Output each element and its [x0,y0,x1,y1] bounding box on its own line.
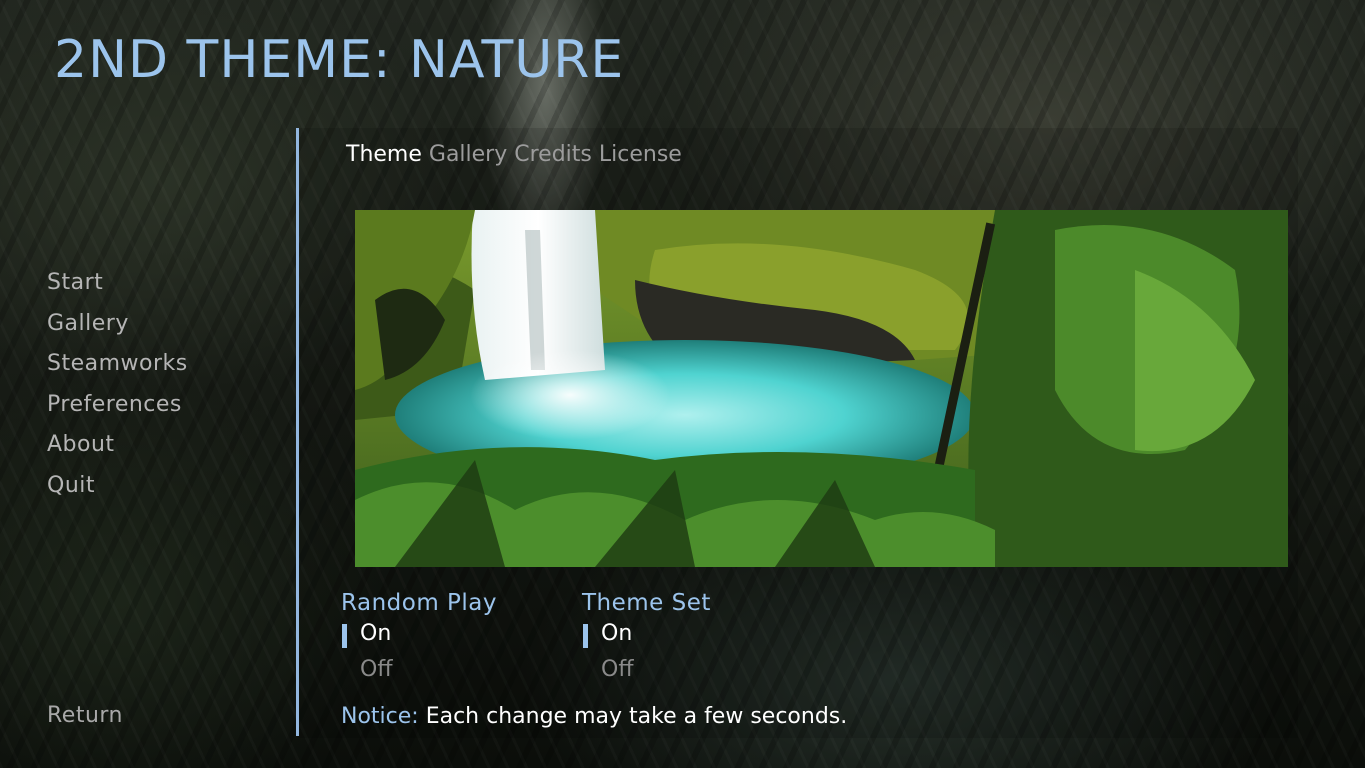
theme-preview-image [355,210,1288,567]
random-play-off[interactable]: Off [341,652,497,688]
random-play-group: Random Play On Off [341,590,497,688]
menu-item-start[interactable]: Start [47,265,188,306]
theme-set-heading: Theme Set [582,590,711,616]
return-button[interactable]: Return [47,703,123,728]
notice-message: Notice: Each change may take a few secon… [341,704,847,729]
tab-theme[interactable]: Theme [346,142,422,167]
page-title: 2ND THEME: NATURE [54,30,625,90]
theme-set-off[interactable]: Off [582,652,711,688]
notice-label: Notice: [341,704,419,729]
tab-license[interactable]: License [599,142,682,167]
theme-set-group: Theme Set On Off [582,590,711,688]
tab-bar: Theme Gallery Credits License [346,142,682,167]
menu-item-steamworks[interactable]: Steamworks [47,346,188,387]
random-play-heading: Random Play [341,590,497,616]
theme-set-on[interactable]: On [582,616,711,652]
menu-item-quit[interactable]: Quit [47,468,188,509]
menu-item-preferences[interactable]: Preferences [47,387,188,428]
menu-item-about[interactable]: About [47,427,188,468]
tab-gallery[interactable]: Gallery [429,142,507,167]
menu-divider [296,128,299,736]
menu-item-gallery[interactable]: Gallery [47,306,188,347]
tab-credits[interactable]: Credits [514,142,592,167]
main-menu: Start Gallery Steamworks Preferences Abo… [47,265,188,508]
random-play-on[interactable]: On [341,616,497,652]
notice-text: Each change may take a few seconds. [425,704,848,729]
